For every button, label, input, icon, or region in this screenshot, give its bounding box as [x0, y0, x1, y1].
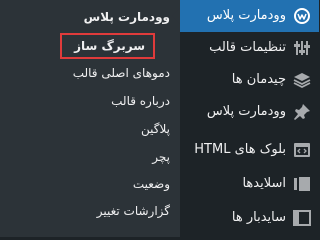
active-arrow — [172, 8, 180, 24]
menu-item-woodmart-plus-active[interactable]: وودمارت پلاس — [172, 0, 319, 32]
admin-sidebar-menu: وودمارت پلاس تنظیمات قالب چیدمان ها وودم… — [172, 0, 319, 237]
submenu-item-about-theme[interactable]: درباره قالب — [111, 90, 170, 112]
menu-item-label: چیدمان ها — [231, 72, 286, 87]
woodmart-icon — [293, 7, 311, 25]
menu-item-layouts[interactable]: چیدمان ها — [180, 64, 319, 96]
sidebar-icon — [293, 209, 311, 227]
settings-icon — [293, 39, 311, 57]
menu-item-theme-settings[interactable]: تنظیمات قالب — [180, 32, 319, 64]
menu-item-label: سایدبار ها — [231, 210, 286, 225]
highlight-box — [60, 33, 155, 59]
submenu-item-woodmart-plus[interactable]: وودمارت پلاس — [84, 6, 170, 28]
html-block-icon — [293, 141, 311, 159]
menu-item-sidebars[interactable]: سایدبار ها — [180, 202, 319, 234]
submenu-item-patcher[interactable]: پچر — [152, 146, 170, 168]
submenu-item-plugins[interactable]: پلاگین — [141, 118, 170, 140]
menu-item-label: بلوک های HTML — [194, 142, 286, 157]
menu-item-woodmart-plus-2[interactable]: وودمارت پلاس — [180, 96, 319, 128]
submenu-item-demos[interactable]: دموهای اصلی قالب — [73, 62, 170, 84]
slides-icon — [293, 175, 311, 193]
menu-item-html-blocks[interactable]: بلوک های HTML — [180, 134, 319, 166]
menu-item-label: تنظیمات قالب — [209, 40, 286, 55]
admin-menu-screenshot: وودمارت پلاس سربرگ ساز دموهای اصلی قالب … — [0, 0, 319, 237]
layers-icon — [293, 71, 311, 89]
pin-icon — [293, 103, 311, 121]
submenu-item-changelog[interactable]: گزارشات تغییر — [97, 200, 170, 222]
submenu-flyout: وودمارت پلاس سربرگ ساز دموهای اصلی قالب … — [0, 0, 180, 237]
submenu-item-status[interactable]: وضعیت — [133, 173, 170, 195]
menu-item-label: وودمارت پلاس — [206, 104, 286, 119]
menu-item-slides[interactable]: اسلایدها — [180, 168, 319, 200]
menu-item-label: اسلایدها — [242, 176, 286, 191]
menu-item-label: وودمارت پلاس — [206, 8, 286, 23]
